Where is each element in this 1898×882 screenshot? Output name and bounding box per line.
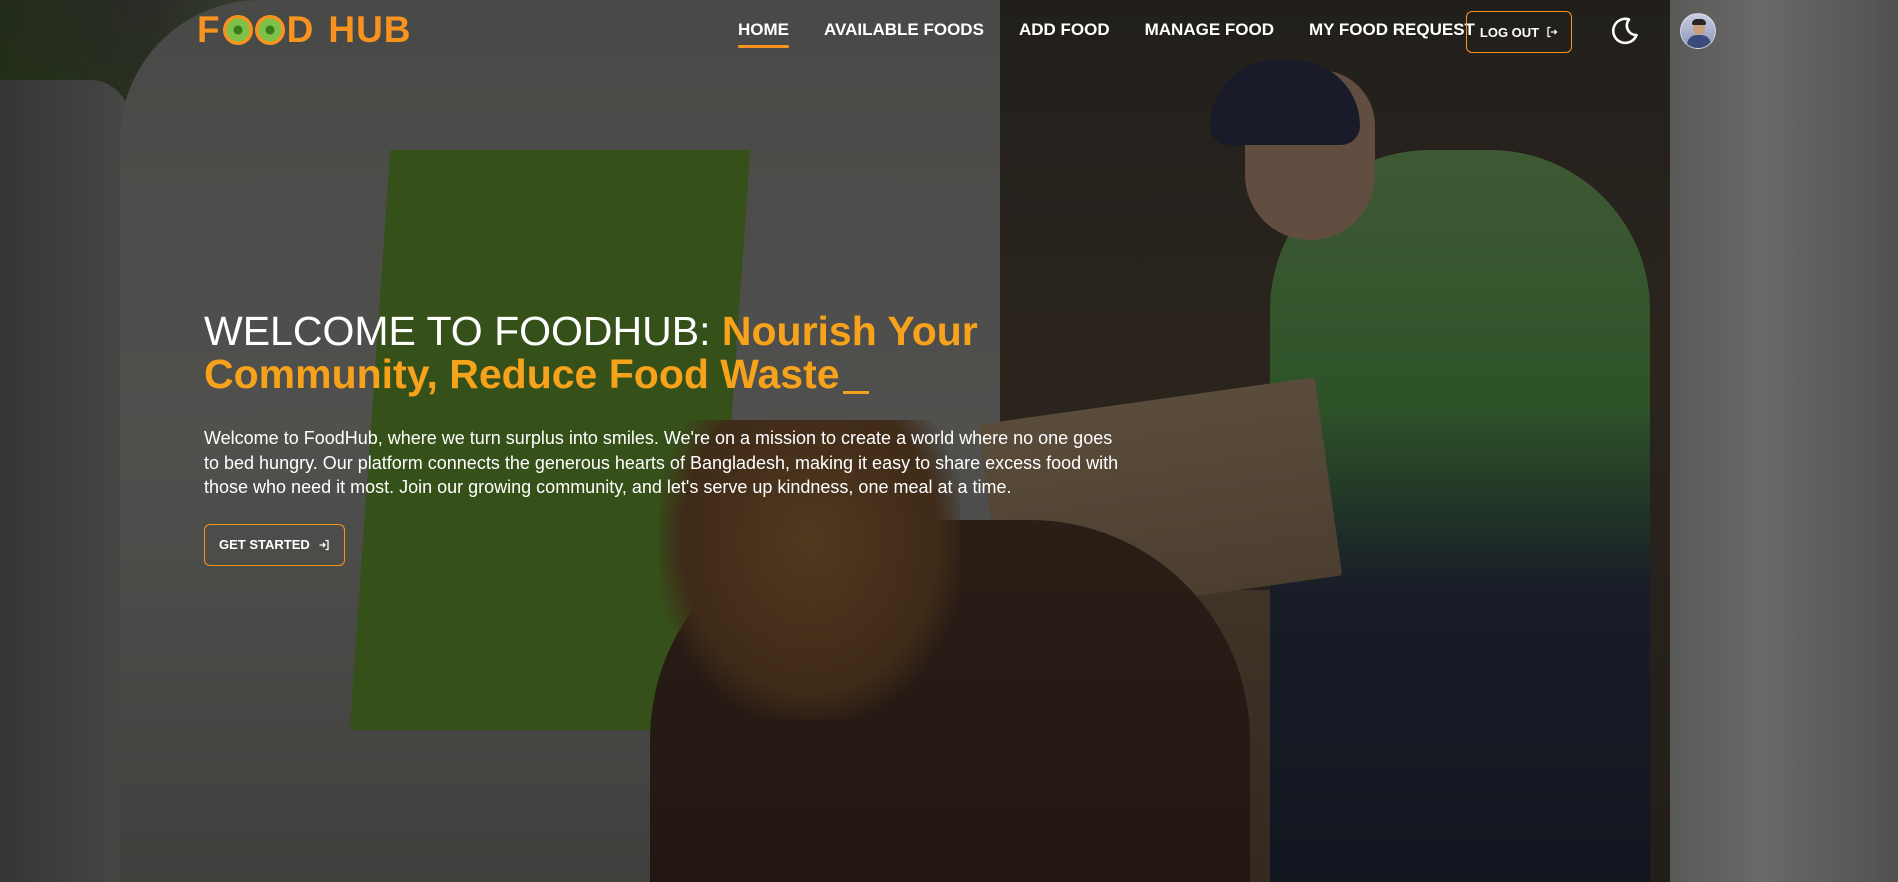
foodhub-logo[interactable]: F D HUB — [197, 9, 412, 50]
theme-toggle-button[interactable] — [1608, 14, 1642, 48]
top-navbar: F D HUB HOME AVAILABLE FOODS ADD FOOD MA… — [0, 0, 1898, 62]
logout-icon — [1547, 26, 1558, 38]
moon-icon — [1611, 17, 1638, 45]
logo-o-donut-icon — [254, 15, 285, 45]
user-avatar[interactable] — [1680, 13, 1716, 49]
logo-text-hub: HUB — [328, 9, 412, 50]
logout-label: LOG OUT — [1479, 24, 1540, 40]
nav-item-available-foods[interactable]: AVAILABLE FOODS — [824, 20, 984, 40]
nav-item-my-food-request[interactable]: MY FOOD REQUEST — [1309, 20, 1475, 40]
get-started-button[interactable]: GET STARTED — [204, 523, 345, 566]
hero-description: Welcome to FoodHub, where we turn surplu… — [204, 428, 1119, 497]
hero-title: WELCOME TO FOODHUB: Nourish Your Communi… — [204, 310, 1134, 396]
nav-item-home[interactable]: HOME — [738, 20, 789, 48]
nav-item-manage-food[interactable]: MANAGE FOOD — [1145, 20, 1274, 40]
login-arrow-icon — [319, 539, 329, 550]
hero-title-prefix: WELCOME TO FOODHUB: — [204, 308, 722, 354]
logo-letter-d: D — [286, 9, 315, 50]
logo-o-donut-icon — [222, 15, 253, 45]
typing-cursor — [842, 391, 869, 394]
logo-letter-f: F — [197, 9, 221, 50]
get-started-label: GET STARTED — [219, 537, 310, 552]
nav-item-add-food[interactable]: ADD FOOD — [1019, 20, 1110, 40]
hero-section: WELCOME TO FOODHUB: Nourish Your Communi… — [204, 310, 1134, 566]
nav-links: HOME AVAILABLE FOODS ADD FOOD MANAGE FOO… — [738, 20, 1510, 48]
logout-button[interactable]: LOG OUT — [1466, 11, 1572, 53]
